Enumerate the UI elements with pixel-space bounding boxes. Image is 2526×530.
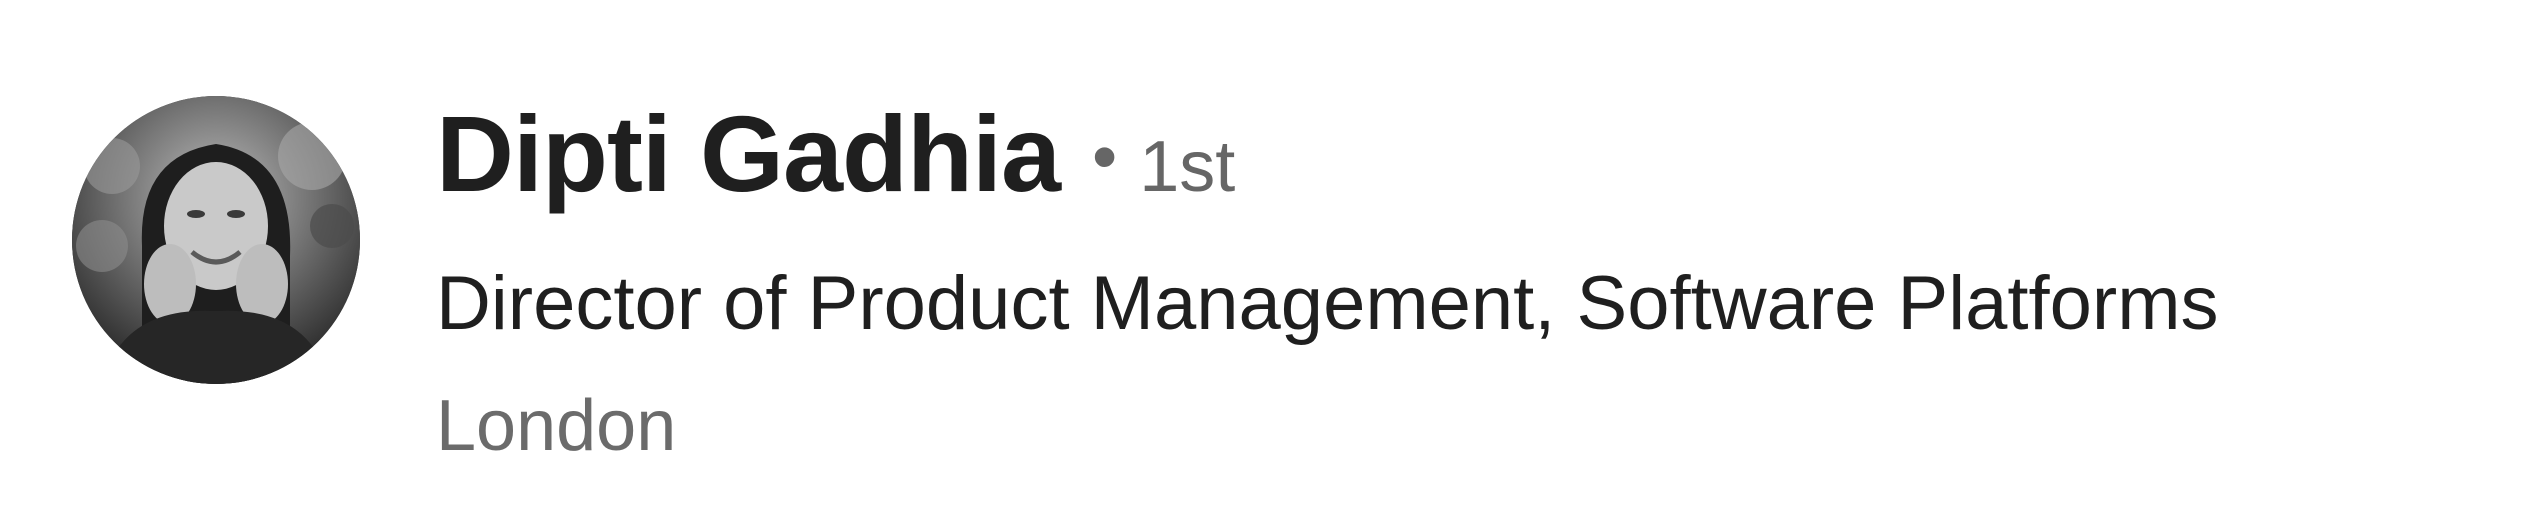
profile-location: London bbox=[436, 385, 677, 466]
profile-card[interactable]: Dipti Gadhia • 1st Director of Product M… bbox=[0, 0, 2526, 530]
profile-photo-icon[interactable] bbox=[72, 96, 360, 384]
profile-name[interactable]: Dipti Gadhia bbox=[436, 100, 1061, 208]
separator-dot: • bbox=[1092, 117, 1118, 197]
name-row: Dipti Gadhia • 1st bbox=[436, 100, 2496, 230]
avatar-image bbox=[72, 96, 360, 384]
connection-degree-badge: 1st bbox=[1139, 127, 1236, 207]
profile-headline: Director of Product Management, Software… bbox=[436, 261, 2219, 346]
profile-info: Dipti Gadhia • 1st Director of Product M… bbox=[436, 100, 2496, 462]
